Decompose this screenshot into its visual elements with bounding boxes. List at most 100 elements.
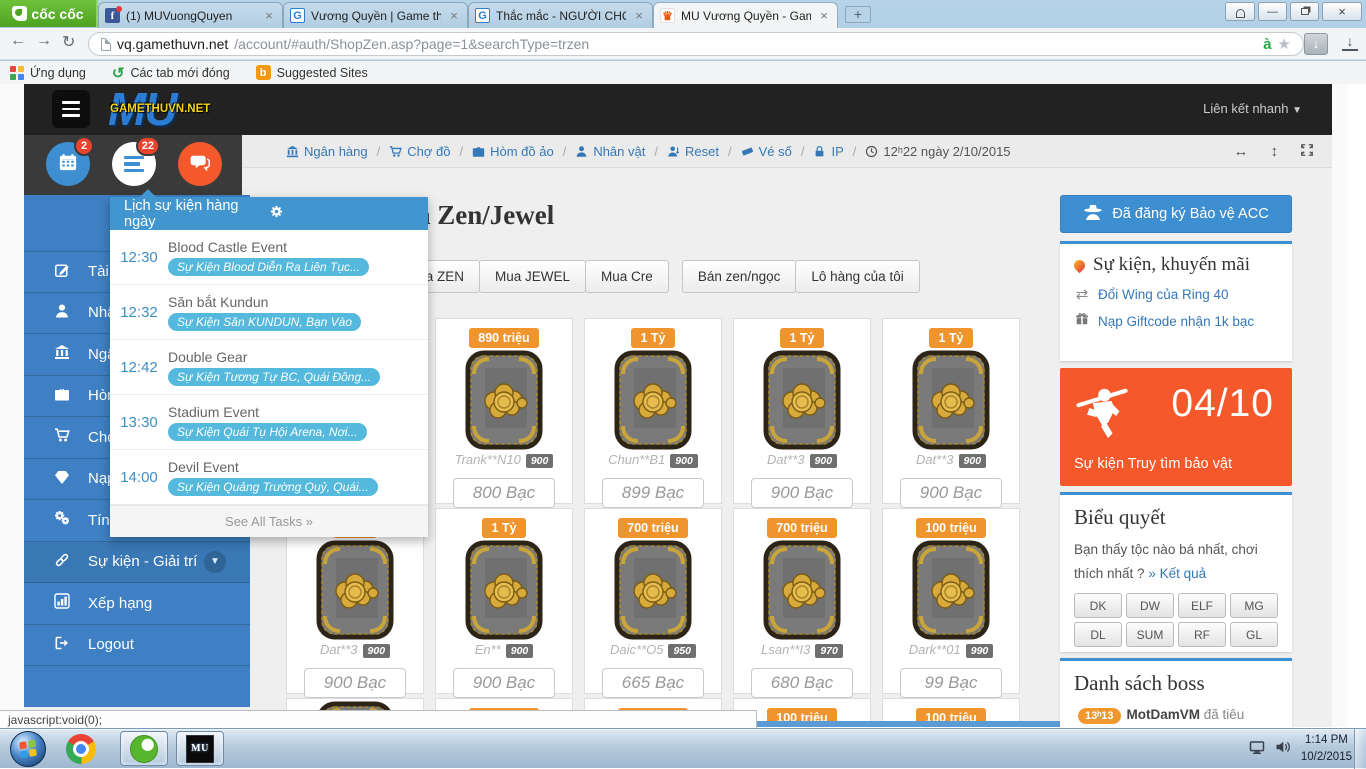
seller-name: Dat**3 (320, 642, 358, 657)
buy-price-button[interactable]: 900 Bạc (453, 668, 555, 698)
buy-price-button[interactable]: 99 Bạc (900, 668, 1002, 698)
buy-price-button[interactable]: 900 Bạc (900, 478, 1002, 508)
tab-close-icon[interactable]: × (447, 8, 461, 23)
shop-tab[interactable]: Mua Cre (585, 260, 669, 293)
chevron-down-icon[interactable]: ▼ (204, 551, 226, 573)
seller-name: Trank**N10 (455, 452, 521, 467)
event-row[interactable]: 13:30Stadium EventSự Kiện Quái Tụ Hội Ar… (110, 395, 428, 450)
browser-tab[interactable]: ♛MU Vương Quyền - Game× (653, 2, 838, 28)
browser-tab[interactable]: GThắc mắc - NGƯỜI CHƠI M× (468, 2, 653, 28)
browser-tab[interactable]: f(1) MUVuongQuyen× (98, 2, 283, 28)
promo-link[interactable]: ⇄Đổi Wing của Ring 40 (1074, 285, 1278, 303)
coccoc-menu-button[interactable]: cốc cốc (0, 0, 98, 27)
breadcrumb-item[interactable]: Vé số (741, 144, 792, 159)
diamond-icon (54, 469, 70, 489)
breadcrumb-item[interactable]: Ngân hàng (286, 144, 368, 159)
treasure-event-card[interactable]: 04/10 Sự kiện Truy tìm bảo vật (1060, 368, 1292, 486)
restore-icon (1301, 8, 1309, 15)
restore-button[interactable] (1290, 2, 1319, 21)
swap-icon: ⇄ (1074, 285, 1090, 303)
tab-close-icon[interactable]: × (632, 8, 646, 23)
buy-price-button[interactable]: 800 Bạc (453, 478, 555, 508)
poll-option-button[interactable]: ELF (1178, 593, 1226, 618)
shop-tab[interactable]: Lô hàng của tôi (795, 260, 919, 293)
close-button[interactable]: × (1322, 2, 1362, 21)
poll-option-button[interactable]: RF (1178, 622, 1226, 647)
browser-tab[interactable]: GVương Quyền | Game thủ× (283, 2, 468, 28)
breadcrumb: Ngân hàng/Chợ đồ/Hòm đồ ảo/Nhân vật/Rese… (286, 144, 1011, 159)
poll-results-link[interactable]: » Kết quả (1148, 566, 1206, 581)
coccoc-taskbar-button[interactable] (120, 731, 168, 766)
network-tray-icon[interactable] (1249, 739, 1265, 760)
tray-clock[interactable]: 1:14 PM 10/2/2015 (1301, 732, 1352, 765)
vertical-resize-icon[interactable]: ↕ (1271, 143, 1279, 160)
seller-level-badge: 900 (959, 454, 987, 468)
new-tab-button[interactable]: + (845, 6, 871, 23)
profile-button[interactable] (1225, 2, 1255, 21)
buy-price-button[interactable]: 899 Bạc (602, 478, 704, 508)
task-list-button[interactable]: 22 (112, 142, 156, 186)
event-row[interactable]: 12:32Săn bắt KundunSự Kiện Săn KUNDUN, B… (110, 285, 428, 340)
breadcrumb-item[interactable]: IP (813, 144, 843, 159)
poll-option-button[interactable]: DL (1074, 622, 1122, 647)
zen-amount-badge: 890 triệu (469, 328, 538, 348)
event-row[interactable]: 14:00Devil EventSự Kiện Quảng Trường Quỷ… (110, 450, 428, 505)
tab-close-icon[interactable]: × (262, 8, 276, 23)
poll-option-button[interactable]: SUM (1126, 622, 1174, 647)
poll-option-button[interactable]: DK (1074, 593, 1122, 618)
zen-amount-badge: 1 Tỷ (631, 328, 674, 348)
fullscreen-icon[interactable] (1300, 143, 1314, 161)
download-dropdown-button[interactable]: ↓ (1304, 33, 1328, 55)
reload-button[interactable]: ↻ (62, 32, 75, 52)
bookmark-item[interactable]: ↺Các tab mới đóng (112, 64, 230, 82)
calendar-notifications-button[interactable]: 2 (46, 142, 90, 186)
show-desktop-button[interactable] (1354, 729, 1366, 769)
poll-option-button[interactable]: DW (1126, 593, 1174, 618)
shop-tab[interactable]: Bán zen/ngọc (682, 260, 797, 293)
breadcrumb-item[interactable]: Reset (667, 144, 719, 159)
seller-name: Daic**O5 (610, 642, 663, 657)
bookmark-item[interactable]: Ứng dụng (10, 66, 86, 80)
event-row[interactable]: 12:30Blood Castle EventSự Kiện Blood Diễ… (110, 230, 428, 285)
quick-links-menu[interactable]: Liên kết nhanh ▼ (1203, 101, 1302, 116)
buy-price-button[interactable]: 680 Bạc (751, 668, 853, 698)
breadcrumb-item[interactable]: Chợ đồ (389, 144, 450, 159)
sidebar-item[interactable]: Logout (24, 625, 250, 667)
bookmark-star-icon[interactable]: ★ (1278, 35, 1291, 53)
gear-icon[interactable] (269, 204, 414, 223)
back-button[interactable]: ← (10, 32, 26, 50)
sidebar-item[interactable]: Xếp hạng (24, 583, 250, 625)
chat-button[interactable] (178, 142, 222, 186)
hamburger-menu-button[interactable] (52, 90, 90, 128)
url-bar[interactable]: vq.gamethuvn.net/account/#auth/ShopZen.a… (88, 32, 1304, 56)
download-icon[interactable]: ↓ (1342, 33, 1358, 51)
horizontal-resize-icon[interactable]: ↔ (1234, 143, 1249, 160)
event-row[interactable]: 12:42Double GearSự Kiện Tương Tự BC, Quá… (110, 340, 428, 395)
account-protect-button[interactable]: Đã đăng ký Bảo vệ ACC (1060, 195, 1292, 233)
buy-price-button[interactable]: 900 Bạc (751, 478, 853, 508)
minimize-button[interactable]: — (1258, 2, 1287, 21)
breadcrumb-item[interactable]: Nhân vật (575, 144, 645, 159)
start-button[interactable] (10, 731, 46, 767)
apps-grid-icon (10, 66, 24, 80)
shop-tab[interactable]: Mua JEWEL (479, 260, 586, 293)
promo-link[interactable]: Nạp Giftcode nhận 1k bạc (1074, 312, 1278, 330)
mu-game-taskbar-button[interactable]: MU (176, 731, 224, 766)
chrome-taskbar-icon[interactable] (66, 734, 96, 764)
shop-tabs: Mua ZENMua JEWELMua CreBán zen/ngọcLô hà… (391, 260, 919, 293)
buy-price-button[interactable]: 900 Bạc (304, 668, 406, 698)
vietnamese-ime-indicator[interactable]: à (1263, 36, 1271, 53)
forward-button[interactable]: → (36, 32, 52, 50)
bookmark-item[interactable]: bSuggested Sites (256, 65, 368, 80)
speaker-tray-icon[interactable] (1275, 739, 1291, 760)
tab-close-icon[interactable]: × (817, 8, 831, 23)
sidebar-item[interactable]: Sự kiện - Giải trí▼ (24, 542, 250, 584)
poll-option-button[interactable]: GL (1230, 622, 1278, 647)
mu-game-icon: MU (186, 735, 214, 763)
see-all-tasks-link[interactable]: See All Tasks » (110, 505, 428, 537)
breadcrumb-item[interactable]: Hòm đồ ảo (472, 144, 554, 159)
page-icon (101, 38, 111, 51)
site-logo[interactable]: MU GAMETHUVN.NET (108, 84, 228, 136)
poll-option-button[interactable]: MG (1230, 593, 1278, 618)
buy-price-button[interactable]: 665 Bạc (602, 668, 704, 698)
